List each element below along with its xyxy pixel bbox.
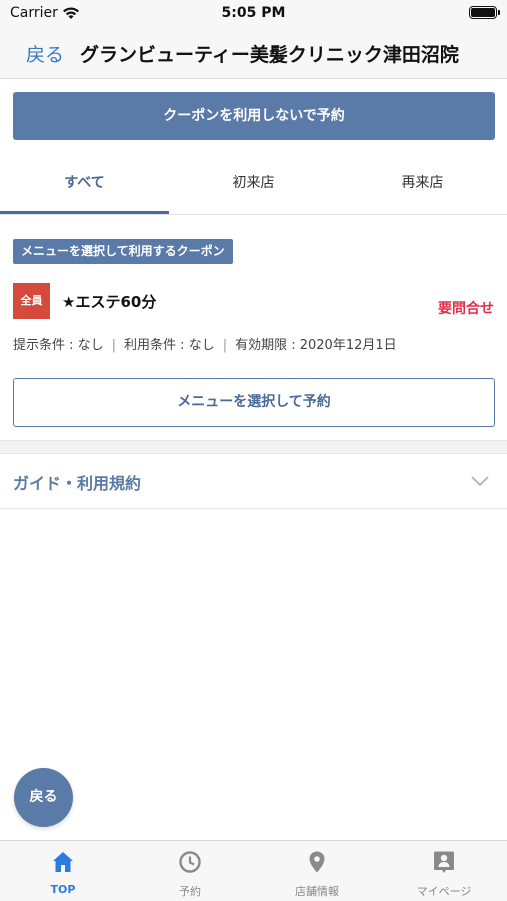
clock-time: 5:05 PM [221,5,286,21]
section-divider [0,440,507,454]
profile-icon [432,850,456,878]
guide-terms-row[interactable]: ガイド・利用規約 [0,454,507,509]
tabbar-item-reserve[interactable]: 予約 [127,841,253,901]
usage-condition: 利用条件 : なし [124,338,215,353]
target-badge: 全員 [13,283,50,319]
tab-all[interactable]: すべて [0,152,169,214]
tab-first-visit[interactable]: 初来店 [169,152,338,214]
reserve-without-coupon-button[interactable]: クーポンを利用しないで予約 [13,92,495,140]
coupon-title: ★エステ60分 [62,293,157,311]
navigation-bar: 戻る グランビューティー美髪クリニック津田沼院 [0,28,507,79]
battery-icon [469,6,500,19]
home-icon [51,850,75,878]
tabbar-item-top[interactable]: TOP [0,841,126,901]
location-pin-icon [305,850,329,878]
back-floating-button[interactable]: 戻る [14,768,73,827]
coupon-conditions: 提示条件 : なし | 利用条件 : なし | 有効期限 : 2020年12月1日 [13,334,397,353]
tabbar-label: 店舗情報 [295,885,339,898]
condition-separator: | [222,338,228,353]
price-inquiry-label: 要問合せ [438,301,494,317]
tabbar-label: マイページ [416,885,472,898]
tabbar-label: 予約 [179,885,201,898]
clock-icon [178,850,202,878]
tabbar-label: TOP [50,883,76,896]
guide-terms-label: ガイド・利用規約 [13,474,142,493]
tab-return-visit[interactable]: 再来店 [338,152,507,214]
presentation-condition: 提示条件 : なし [13,338,104,353]
page-title: グランビューティー美髪クリニック津田沼院 [80,44,459,66]
condition-separator: | [111,338,117,353]
expiry-date: 有効期限 : 2020年12月1日 [235,338,397,353]
tabbar-item-shop-info[interactable]: 店舗情報 [254,841,380,901]
back-link[interactable]: 戻る [26,40,64,67]
coupon-tabs: すべて 初来店 再来店 [0,152,507,215]
status-bar: Carrier 5:05 PM [0,0,507,28]
bottom-tab-bar: TOP 予約 店舗情報 マイページ [0,840,507,901]
chevron-down-icon [471,472,489,491]
select-menu-reserve-button[interactable]: メニューを選択して予約 [13,378,495,427]
coupon-section-tag: メニューを選択して利用するクーポン [13,239,233,264]
tabbar-item-mypage[interactable]: マイページ [381,841,507,901]
